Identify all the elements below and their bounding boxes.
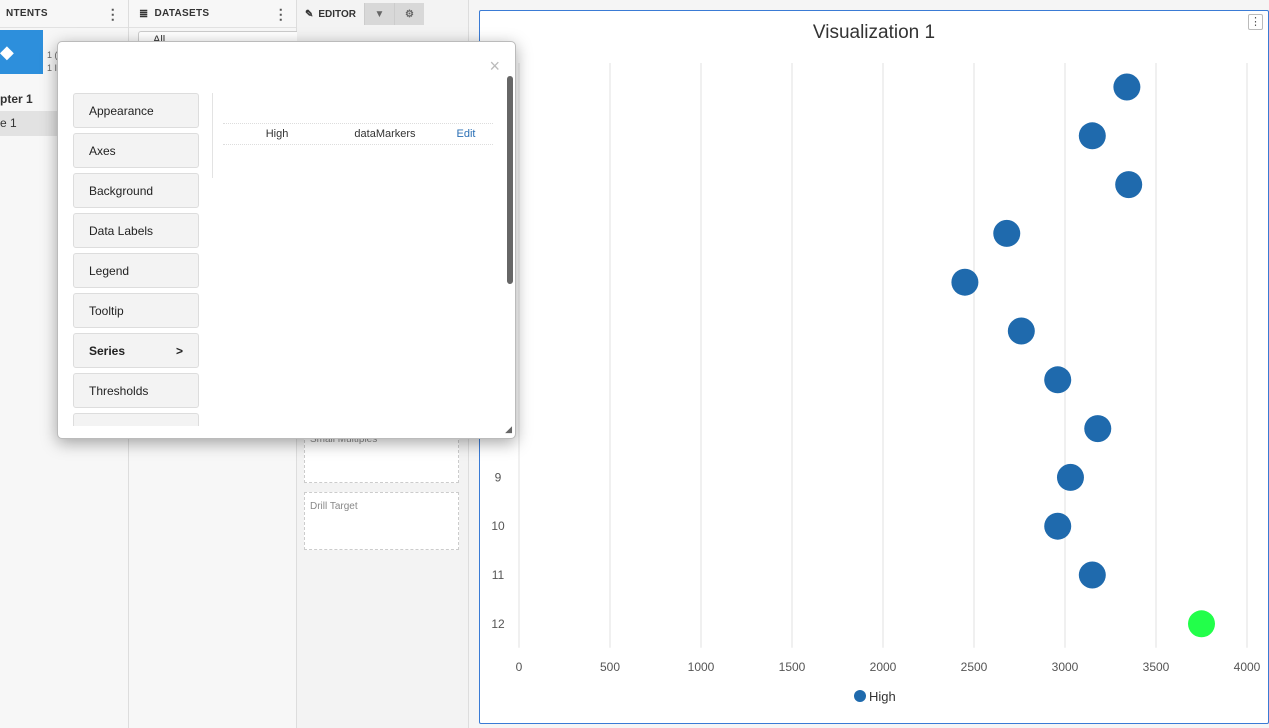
contents-header: NTENTS ⋮ (0, 0, 128, 28)
menu-label: Background (89, 183, 154, 198)
series-type: dataMarkers (354, 128, 416, 140)
menu-item-axes[interactable]: Axes (73, 133, 199, 168)
menu-label: Tooltip (89, 303, 124, 318)
book-icon: ◆ (0, 42, 14, 62)
filter-icon: ▼ (374, 8, 385, 20)
menu-item-series[interactable]: Series > (73, 333, 199, 368)
data-point (1078, 561, 1106, 589)
x-tick-label: 3000 (1052, 660, 1079, 674)
menu-label: Thresholds (89, 383, 149, 398)
divider (212, 93, 213, 178)
edit-series-link[interactable]: Edit (439, 128, 493, 140)
data-point (1115, 171, 1143, 199)
database-icon: ≣ (139, 8, 149, 20)
menu-item-thresholds[interactable]: Thresholds (73, 373, 199, 408)
meta-line: 1 I (47, 63, 58, 73)
meta-line: 1 ( (47, 50, 58, 60)
legend-marker (854, 690, 866, 702)
tab-editor[interactable]: ✎ EDITOR (297, 3, 364, 25)
menu-label: Series (89, 343, 126, 358)
menu-label: Legend (89, 263, 130, 278)
scatter-chart: 0500100015002000250030003500400012345678… (491, 63, 1261, 704)
contents-title: NTENTS (6, 8, 48, 19)
data-point (1188, 610, 1215, 638)
menu-item-legend[interactable]: Legend (73, 253, 199, 288)
visualization-canvas[interactable]: ⋮ Visualization 1 0 500 1000 1500 2000 2500 30… (479, 10, 1269, 724)
data-point (1044, 512, 1072, 540)
chevron-right-icon: > (175, 343, 183, 358)
kebab-icon[interactable]: ⋮ (274, 6, 288, 23)
menu-label: Data Labels (89, 223, 154, 238)
drop-zone-drill-target[interactable]: Drill Target (304, 492, 459, 550)
close-icon[interactable]: × (489, 56, 500, 77)
data-point (1044, 366, 1072, 394)
datasets-header: ≣ DATASETS ⋮ (129, 0, 296, 28)
x-tick-label: 0 (516, 660, 523, 674)
y-tick-label: 9 (495, 470, 502, 484)
data-point (1113, 73, 1141, 101)
data-point (993, 219, 1021, 247)
y-tick-label: 12 (491, 617, 505, 631)
legend-label: High (869, 689, 896, 704)
resize-handle-icon[interactable]: ◢ (505, 424, 512, 435)
gear-icon: ⚙ (405, 8, 414, 20)
menu-label: Axes (89, 143, 116, 158)
drop-zone-label: Drill Target (310, 501, 358, 512)
pencil-icon: ✎ (305, 8, 314, 20)
series-row: High dataMarkers Edit (223, 123, 493, 145)
kebab-icon[interactable]: ⋮ (106, 6, 120, 23)
datasets-title: DATASETS (154, 8, 210, 19)
y-tick-label: 10 (491, 519, 505, 533)
series-format-dialog: × Appearance Axes Background Data Labels… (57, 41, 516, 439)
x-tick-label: 3500 (1143, 660, 1170, 674)
data-point (951, 268, 979, 296)
data-point (1007, 317, 1035, 345)
editor-tabs: ✎ EDITOR ▼ ⚙ (297, 3, 468, 25)
scrollbar[interactable] (507, 76, 513, 284)
chapter-item[interactable]: pter 1 (0, 92, 33, 106)
x-tick-label: 2000 (870, 660, 897, 674)
book-thumbnail[interactable]: ◆ (0, 30, 43, 74)
x-tick-label: 1000 (688, 660, 715, 674)
y-tick-label: 11 (492, 568, 505, 582)
series-name: High (265, 128, 289, 140)
format-menu: Appearance Axes Background Data Labels L… (73, 93, 199, 426)
x-tick-label: 1500 (779, 660, 806, 674)
x-tick-label: 4000 (1234, 660, 1261, 674)
tab-settings[interactable]: ⚙ (394, 3, 424, 25)
menu-label: R (89, 424, 98, 427)
menu-label: Appearance (89, 103, 154, 118)
data-point (1056, 463, 1084, 491)
menu-item-background[interactable]: Background (73, 173, 199, 208)
menu-item-appearance[interactable]: Appearance (73, 93, 199, 128)
data-point (1084, 415, 1112, 443)
tab-editor-label: EDITOR (318, 8, 356, 20)
x-tick-label: 2500 (961, 660, 988, 674)
menu-item-data-labels[interactable]: Data Labels (73, 213, 199, 248)
menu-item-next[interactable]: R (73, 413, 199, 426)
x-tick-label: 500 (600, 660, 620, 674)
data-point (1078, 122, 1106, 150)
tab-filter[interactable]: ▼ (364, 3, 394, 25)
menu-item-tooltip[interactable]: Tooltip (73, 293, 199, 328)
